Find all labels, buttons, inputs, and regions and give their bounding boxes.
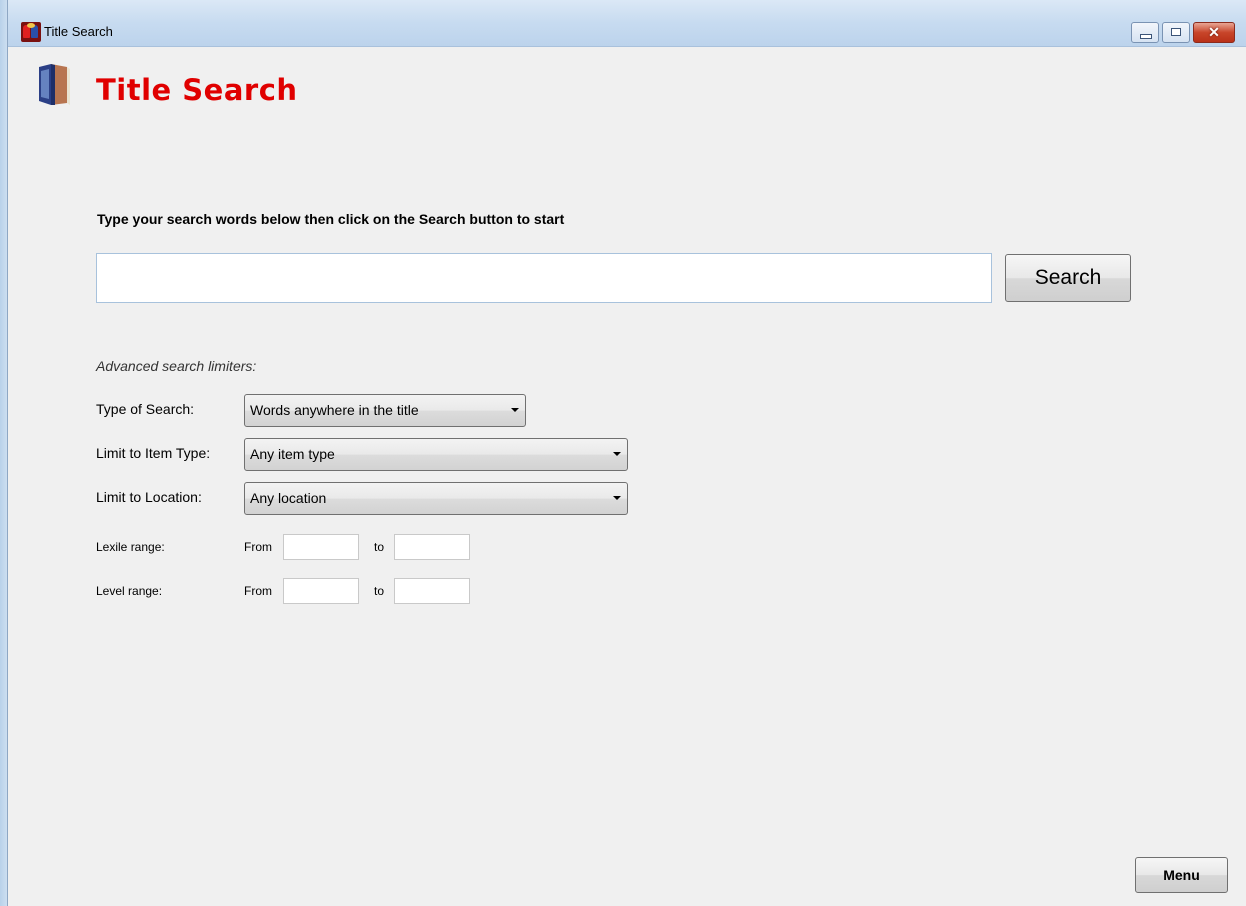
close-button[interactable]: ✕ xyxy=(1193,22,1235,43)
type-of-search-label: Type of Search: xyxy=(96,401,195,417)
level-to-input[interactable] xyxy=(394,578,470,604)
chevron-down-icon xyxy=(511,408,519,412)
app-icon xyxy=(21,22,41,42)
chevron-down-icon xyxy=(613,452,621,456)
location-label: Limit to Location: xyxy=(96,489,202,505)
window-left-border xyxy=(0,0,8,906)
lexile-to-input[interactable] xyxy=(394,534,470,560)
close-icon: ✕ xyxy=(1208,24,1220,40)
location-select[interactable]: Any location xyxy=(244,482,628,515)
location-value: Any location xyxy=(250,490,327,506)
item-type-select[interactable]: Any item type xyxy=(244,438,628,471)
type-of-search-value: Words anywhere in the title xyxy=(250,402,419,418)
title-bar[interactable]: Title Search ✕ xyxy=(0,0,1246,47)
search-input[interactable] xyxy=(96,253,992,303)
level-range-label: Level range: xyxy=(96,584,163,598)
item-type-value: Any item type xyxy=(250,446,335,462)
search-button[interactable]: Search xyxy=(1005,254,1131,302)
item-type-label: Limit to Item Type: xyxy=(96,445,211,461)
search-instructions: Type your search words below then click … xyxy=(97,211,565,227)
level-from-label: From xyxy=(244,584,272,598)
maximize-icon xyxy=(1171,28,1181,36)
lexile-range-label: Lexile range: xyxy=(96,540,165,554)
type-of-search-select[interactable]: Words anywhere in the title xyxy=(244,394,526,427)
level-to-label: to xyxy=(374,584,385,598)
lexile-from-input[interactable] xyxy=(283,534,359,560)
maximize-button[interactable] xyxy=(1162,22,1190,43)
page-title: Title Search xyxy=(96,73,298,107)
app-window: Title Search ✕ Title Search Type your se… xyxy=(0,0,1246,906)
advanced-search-label: Advanced search limiters: xyxy=(96,358,257,374)
window-title: Title Search xyxy=(44,24,113,39)
menu-button[interactable]: Menu xyxy=(1135,857,1228,893)
lexile-to-label: to xyxy=(374,540,385,554)
book-icon xyxy=(39,64,70,105)
chevron-down-icon xyxy=(613,496,621,500)
minimize-button[interactable] xyxy=(1131,22,1159,43)
lexile-from-label: From xyxy=(244,540,272,554)
minimize-icon xyxy=(1140,34,1152,39)
level-from-input[interactable] xyxy=(283,578,359,604)
